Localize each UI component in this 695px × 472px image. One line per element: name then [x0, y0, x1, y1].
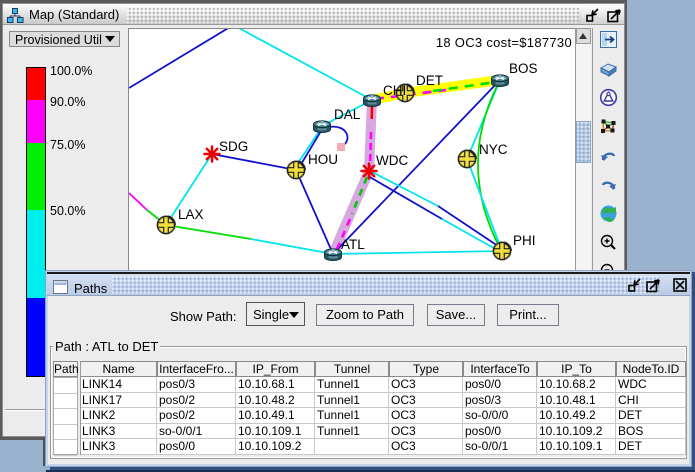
svg-text:CHI: CHI — [383, 83, 406, 98]
svg-text:SDG: SDG — [219, 139, 248, 154]
svg-text:LAX: LAX — [178, 207, 204, 222]
svg-text:BOS: BOS — [509, 61, 538, 76]
svg-text:WDC: WDC — [376, 153, 408, 168]
svg-text:DET: DET — [416, 73, 443, 88]
svg-text:PHI: PHI — [513, 233, 536, 248]
svg-text:ATL: ATL — [341, 237, 365, 252]
svg-text:DAL: DAL — [334, 107, 361, 122]
svg-text:HOU: HOU — [308, 152, 338, 167]
svg-text:NYC: NYC — [479, 142, 508, 157]
svg-text:18 OC3 cost=$187730: 18 OC3 cost=$187730 — [436, 35, 572, 50]
